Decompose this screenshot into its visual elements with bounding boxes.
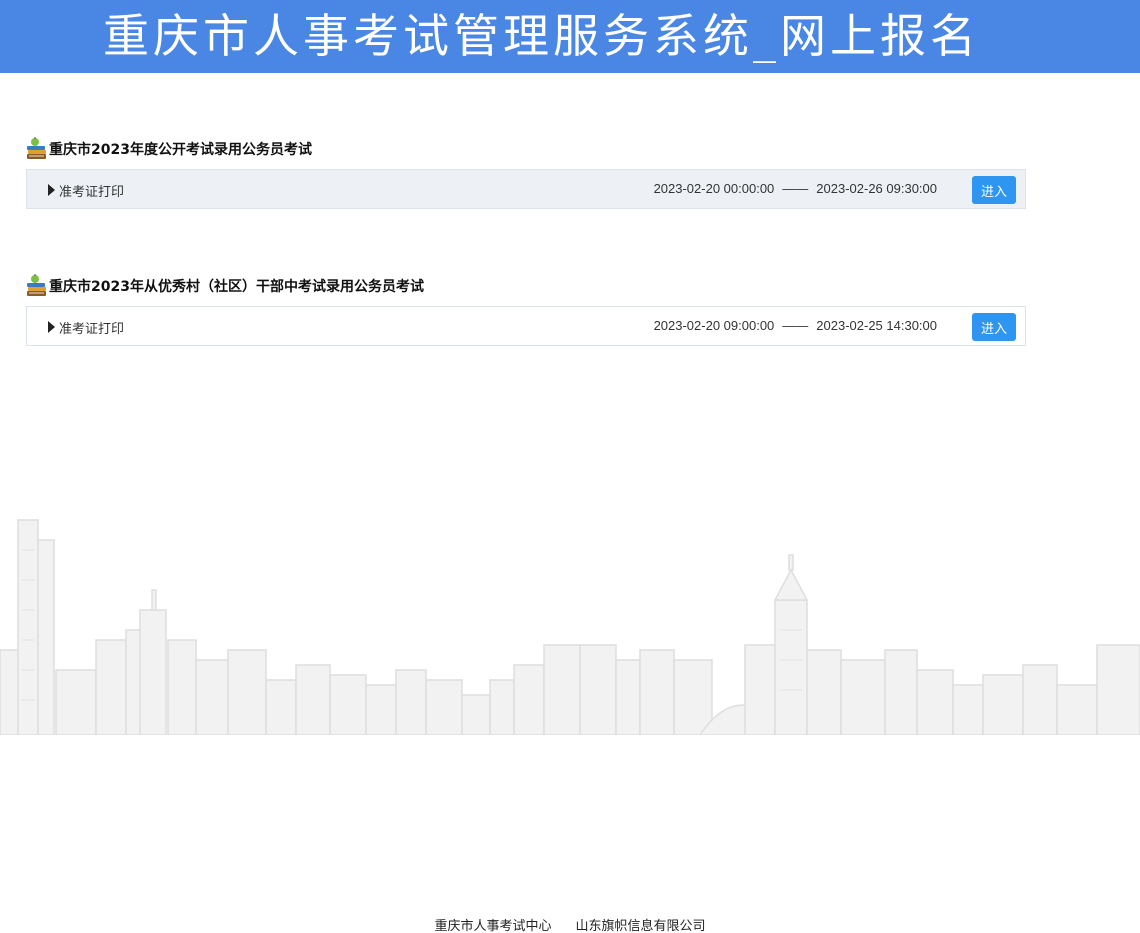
footer: 重庆市人事考试中心 山东旗帜信息有限公司 — [0, 915, 1140, 933]
footer-provider: 山东旗帜信息有限公司 — [575, 919, 706, 933]
exam-header: 重庆市2023年度公开考试录用公务员考试 — [26, 136, 1026, 162]
dash: —— — [782, 318, 809, 333]
start-time: 2023-02-20 00:00:00 — [653, 181, 775, 196]
time-range: 2023-02-20 00:00:00 —— 2023-02-26 09:30:00 — [654, 181, 937, 196]
exam-item-row: 准考证打印 2023-02-20 00:00:00 —— 2023-02-26 09… — [26, 169, 1026, 209]
enter-button[interactable]: 进入 — [972, 313, 1016, 341]
end-time: 2023-02-26 09:30:00 — [816, 181, 937, 196]
footer-organizer: 重庆市人事考试中心 — [434, 919, 552, 933]
time-range: 2023-02-20 09:00:00 —— 2023-02-25 14:30:00 — [654, 318, 937, 333]
triangle-right-icon — [48, 184, 55, 196]
system-title: 重庆市人事考试管理服务系统_网上报名 — [103, 9, 980, 63]
page: 重庆市人事考试管理服务系统_网上报名 重庆市2023年度公开考试录用公务员考试 … — [0, 0, 1140, 933]
start-time: 2023-02-20 09:00:00 — [653, 318, 775, 333]
end-time: 2023-02-25 14:30:00 — [816, 318, 937, 333]
exam-title: 重庆市2023年度公开考试录用公务员考试 — [49, 142, 312, 158]
triangle-right-icon — [48, 321, 55, 333]
item-label: 准考证打印 — [59, 322, 125, 337]
exam-section: 重庆市2023年度公开考试录用公务员考试 准考证打印 2023-02-20 00… — [26, 136, 1026, 209]
item-label: 准考证打印 — [59, 185, 125, 200]
city-skyline-illustration — [0, 519, 1140, 735]
exam-header: 重庆市2023年从优秀村（社区）干部中考试录用公务员考试 — [26, 273, 1026, 299]
enter-button[interactable]: 进入 — [972, 176, 1016, 204]
header-banner: 重庆市人事考试管理服务系统_网上报名 — [0, 0, 1140, 73]
exam-item-row: 准考证打印 2023-02-20 09:00:00 —— 2023-02-25 14… — [26, 306, 1026, 346]
dash: —— — [782, 181, 809, 196]
book-stack-icon — [27, 137, 46, 159]
exam-title: 重庆市2023年从优秀村（社区）干部中考试录用公务员考试 — [49, 279, 424, 295]
exam-section: 重庆市2023年从优秀村（社区）干部中考试录用公务员考试 准考证打印 2023-… — [26, 273, 1026, 346]
book-stack-icon — [27, 274, 46, 296]
